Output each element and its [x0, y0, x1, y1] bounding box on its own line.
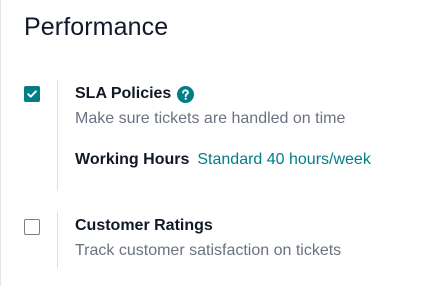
working-hours-label: Working Hours: [75, 151, 190, 168]
setting-content: SLA Policies Make sure tickets are handl…: [75, 83, 425, 169]
working-hours-field: Working Hours Standard 40 hours/week: [75, 151, 425, 169]
sla-policies-checkbox[interactable]: [24, 86, 40, 102]
sla-policies-label[interactable]: SLA Policies: [75, 85, 171, 103]
setting-customer-ratings: Customer Ratings Track customer satisfac…: [0, 212, 425, 268]
customer-ratings-label[interactable]: Customer Ratings: [75, 217, 213, 235]
setting-divider: [57, 80, 58, 191]
checkmark-icon: [27, 90, 37, 98]
customer-ratings-checkbox[interactable]: [24, 219, 40, 235]
customer-ratings-description: Track customer satisfaction on tickets: [75, 242, 342, 259]
setting-sla-policies: SLA Policies Make sure tickets are handl…: [0, 80, 425, 191]
setting-content: Customer Ratings Track customer satisfac…: [75, 215, 425, 260]
settings-panel: Performance SLA Policies Make sure ticke…: [0, 0, 425, 286]
setting-divider: [57, 212, 58, 268]
setting-label-row: Customer Ratings: [75, 215, 425, 237]
section-title: Performance: [24, 13, 169, 41]
sla-policies-description: Make sure tickets are handled on time: [75, 110, 346, 127]
question-circle-icon[interactable]: [177, 85, 195, 103]
working-hours-value-link[interactable]: Standard 40 hours/week: [197, 151, 370, 169]
setting-label-row: SLA Policies: [75, 83, 425, 105]
